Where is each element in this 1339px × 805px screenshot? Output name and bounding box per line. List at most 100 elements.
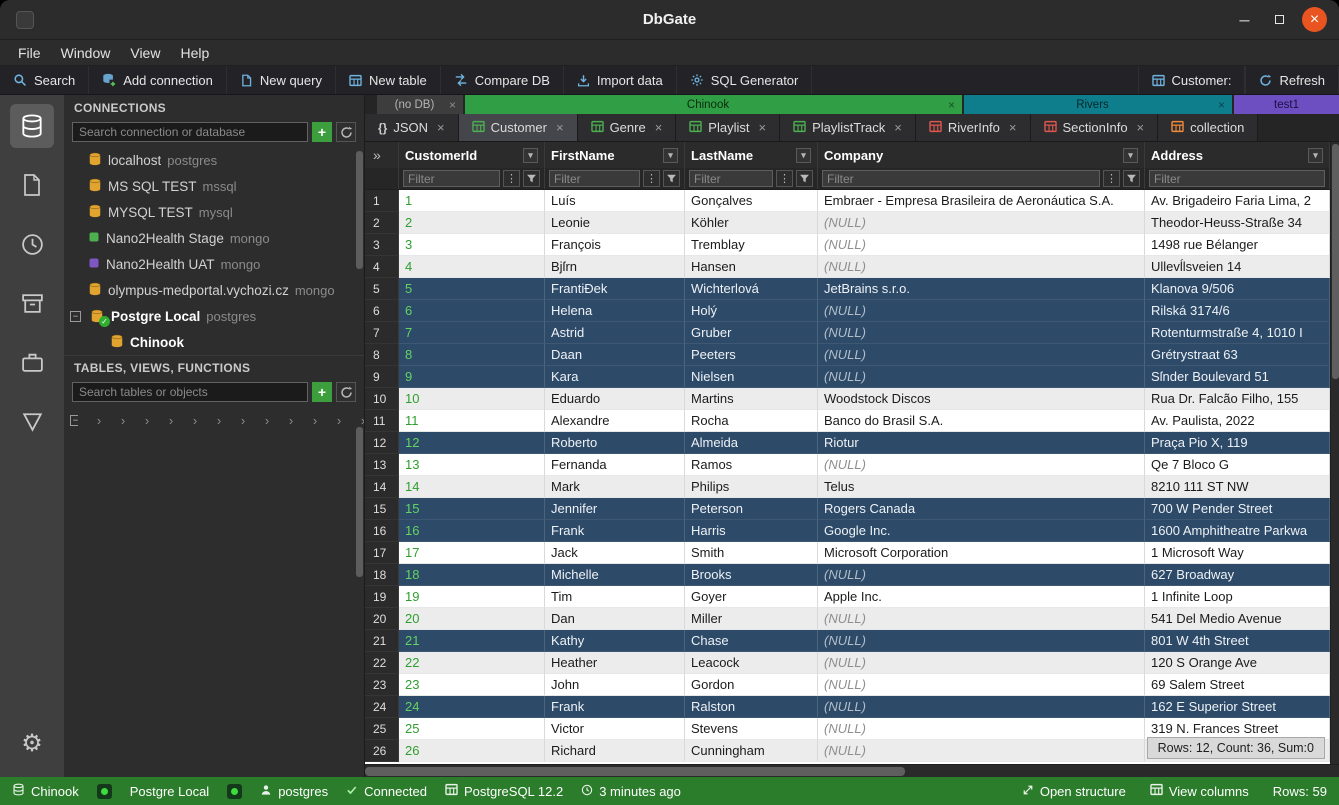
tables-search-input[interactable] <box>72 382 308 402</box>
cell-address[interactable]: 1 Infinite Loop <box>1145 586 1330 608</box>
row-number[interactable]: 14 <box>365 476 399 498</box>
cell-customerid[interactable]: 17 <box>399 542 545 564</box>
column-dropdown-firstname[interactable]: ▾ <box>663 148 678 163</box>
row-number[interactable]: 3 <box>365 234 399 256</box>
cell-company[interactable]: (NULL) <box>818 212 1145 234</box>
close-button[interactable]: × <box>1302 7 1327 32</box>
cell-customerid[interactable]: 11 <box>399 410 545 432</box>
status-view-columns[interactable]: View columns <box>1150 783 1249 799</box>
cell-lastname[interactable]: Cunningham <box>685 740 818 762</box>
toolbar-refresh-button[interactable]: Refresh <box>1245 66 1339 94</box>
cell-firstname[interactable]: Bjſrn <box>545 256 685 278</box>
tab-riverinfo[interactable]: RiverInfo× <box>916 114 1031 141</box>
cell-address[interactable]: Rotenturmstraße 4, 1010 I <box>1145 322 1330 344</box>
row-number[interactable]: 21 <box>365 630 399 652</box>
expand-columns-button[interactable]: » <box>365 142 399 168</box>
menu-window[interactable]: Window <box>51 43 121 63</box>
cell-lastname[interactable]: Ralston <box>685 696 818 718</box>
cell-customerid[interactable]: 25 <box>399 718 545 740</box>
cell-company[interactable]: Microsoft Corporation <box>818 542 1145 564</box>
toolbar-current-table-button[interactable]: Customer: <box>1138 66 1246 94</box>
cell-customerid[interactable]: 16 <box>399 520 545 542</box>
cell-company[interactable]: (NULL) <box>818 234 1145 256</box>
cell-address[interactable]: Theodor-Heuss-Straße 34 <box>1145 212 1330 234</box>
cell-customerid[interactable]: 8 <box>399 344 545 366</box>
cell-address[interactable]: Rua Dr. Falcão Filho, 155 <box>1145 388 1330 410</box>
status-connection-state[interactable]: Connected <box>346 784 427 799</box>
close-tab-icon[interactable]: × <box>556 120 564 135</box>
cell-lastname[interactable]: Gonçalves <box>685 190 818 212</box>
filter-menu-firstname[interactable]: ⋮ <box>643 170 660 187</box>
cell-customerid[interactable]: 18 <box>399 564 545 586</box>
cell-address[interactable]: Praça Pio X, 119 <box>1145 432 1330 454</box>
cell-firstname[interactable]: Daan <box>545 344 685 366</box>
cell-firstname[interactable]: Fernanda <box>545 454 685 476</box>
cell-firstname[interactable]: FrantiĐek <box>545 278 685 300</box>
status-current-user[interactable]: postgres <box>260 784 328 799</box>
cell-lastname[interactable]: Goyer <box>685 586 818 608</box>
connections-scrollbar[interactable] <box>356 151 363 269</box>
column-dropdown-address[interactable]: ▾ <box>1308 148 1323 163</box>
cell-firstname[interactable]: Frank <box>545 520 685 542</box>
cell-address[interactable]: 541 Del Medio Avenue <box>1145 608 1330 630</box>
add-connection-mini-button[interactable]: + <box>312 122 332 142</box>
row-number[interactable]: 6 <box>365 300 399 322</box>
filter-funnel-customerid[interactable] <box>523 170 540 187</box>
row-number[interactable]: 24 <box>365 696 399 718</box>
toolbar-sql-generator-button[interactable]: SQL Generator <box>677 66 813 94</box>
chevron-right-icon[interactable]: › <box>166 413 174 428</box>
cell-company[interactable]: Telus <box>818 476 1145 498</box>
cell-lastname[interactable]: Wichterlová <box>685 278 818 300</box>
cell-company[interactable]: Banco do Brasil S.A. <box>818 410 1145 432</box>
table-public-playlisttrack[interactable]: ›public.PlaylistTrack <box>294 407 318 433</box>
close-tab-icon[interactable]: × <box>758 120 766 135</box>
filter-menu-customerid[interactable]: ⋮ <box>503 170 520 187</box>
cell-customerid[interactable]: 26 <box>399 740 545 762</box>
cell-address[interactable]: Klanova 9/506 <box>1145 278 1330 300</box>
column-header-customerid[interactable]: CustomerId▾ <box>399 142 545 168</box>
row-number[interactable]: 17 <box>365 542 399 564</box>
cell-customerid[interactable]: 24 <box>399 696 545 718</box>
cell-firstname[interactable]: Dan <box>545 608 685 630</box>
cell-firstname[interactable]: Kara <box>545 366 685 388</box>
cell-company[interactable]: (NULL) <box>818 718 1145 740</box>
cell-lastname[interactable]: Peeters <box>685 344 818 366</box>
filter-menu-company[interactable]: ⋮ <box>1103 170 1120 187</box>
settings-icon[interactable]: ⚙ <box>10 721 54 765</box>
connections-search-input[interactable] <box>72 122 308 142</box>
cell-lastname[interactable]: Brooks <box>685 564 818 586</box>
close-tab-icon[interactable]: × <box>437 120 445 135</box>
tables-scrollbar[interactable] <box>356 427 363 577</box>
vertical-scrollbar-thumb[interactable] <box>1332 144 1339 379</box>
close-tab-icon[interactable]: × <box>1009 120 1017 135</box>
row-number[interactable]: 20 <box>365 608 399 630</box>
cell-company[interactable]: (NULL) <box>818 344 1145 366</box>
row-number[interactable]: 5 <box>365 278 399 300</box>
cell-company[interactable]: (NULL) <box>818 454 1145 476</box>
status-open-structure[interactable]: Open structure <box>1022 784 1126 799</box>
row-number[interactable]: 9 <box>365 366 399 388</box>
cell-customerid[interactable]: 19 <box>399 586 545 608</box>
archive-icon[interactable] <box>10 281 54 325</box>
cell-address[interactable]: 627 Broadway <box>1145 564 1330 586</box>
toolbar-search-button[interactable]: Search <box>0 66 89 94</box>
cell-address[interactable]: Sſnder Boulevard 51 <box>1145 366 1330 388</box>
maximize-button[interactable] <box>1267 7 1292 32</box>
filter-input-lastname[interactable] <box>689 170 773 187</box>
cell-customerid[interactable]: 2 <box>399 212 545 234</box>
minimize-button[interactable]: ─ <box>1232 7 1257 32</box>
chevron-right-icon[interactable]: › <box>142 413 150 428</box>
chevron-right-icon[interactable]: › <box>286 413 294 428</box>
cell-customerid[interactable]: 9 <box>399 366 545 388</box>
cell-company[interactable]: (NULL) <box>818 652 1145 674</box>
row-number[interactable]: 19 <box>365 586 399 608</box>
cell-lastname[interactable]: Gordon <box>685 674 818 696</box>
filter-funnel-company[interactable] <box>1123 170 1140 187</box>
refresh-tables-button[interactable] <box>336 382 356 402</box>
table-public-customer[interactable]: ›public.Customer <box>126 407 150 433</box>
connection-localhost[interactable]: localhostpostgres <box>64 147 364 173</box>
toolbar-new-table-button[interactable]: New table <box>336 66 441 94</box>
collapse-icon[interactable]: − <box>70 415 78 426</box>
databases-icon[interactable] <box>10 104 54 148</box>
cell-company[interactable]: (NULL) <box>818 366 1145 388</box>
